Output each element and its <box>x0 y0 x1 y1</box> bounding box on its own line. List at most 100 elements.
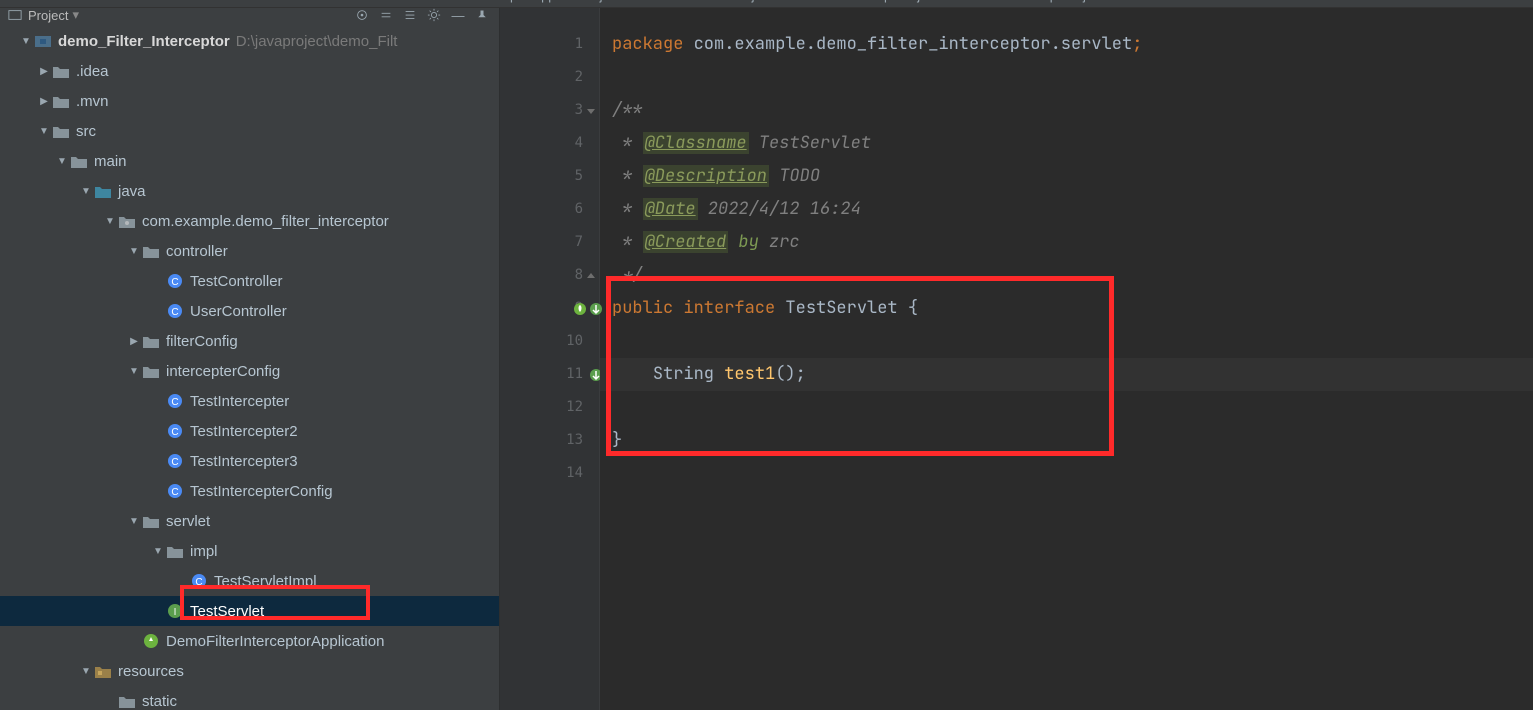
tree-folder[interactable]: ▶ .mvn <box>0 86 499 116</box>
resources-folder-icon <box>94 662 112 680</box>
tree-project-root[interactable]: ▼ demo_Filter_Interceptor D:\javaproject… <box>0 26 499 56</box>
package-icon <box>142 362 160 380</box>
close-icon[interactable]: × <box>1113 0 1120 2</box>
chevron-down-icon[interactable]: ▼ <box>78 186 94 197</box>
tree-label: .mvn <box>76 93 109 110</box>
chevron-down-icon[interactable]: ▾ <box>72 7 79 23</box>
chevron-down-icon[interactable]: ▼ <box>18 36 34 47</box>
tab-label: ptorApplication.java <box>510 0 623 3</box>
chevron-down-icon[interactable]: ▼ <box>126 246 142 257</box>
code-line[interactable]: * @Created by zrc <box>600 226 1533 259</box>
tree-class[interactable]: ▶CTestIntercepterConfig <box>0 476 499 506</box>
tree-folder[interactable]: ▶ static <box>0 686 499 710</box>
tab-label: TestIntercepter2.java <box>820 0 941 3</box>
chevron-down-icon[interactable]: ▼ <box>54 156 70 167</box>
tree-package[interactable]: ▼ intercepterConfig <box>0 356 499 386</box>
code-line-current[interactable]: String test1(); <box>600 358 1533 391</box>
close-icon[interactable]: × <box>781 0 788 2</box>
folder-icon <box>118 692 136 710</box>
code-line[interactable]: * @Classname TestServlet <box>600 127 1533 160</box>
code-line[interactable]: package com.example.demo_filter_intercep… <box>600 28 1533 61</box>
chevron-down-icon[interactable]: ▼ <box>126 366 142 377</box>
svg-text:C: C <box>171 277 178 288</box>
class-icon: C <box>166 302 184 320</box>
folder-icon <box>52 92 70 110</box>
folder-icon <box>52 122 70 140</box>
tree-class[interactable]: ▶CTestIntercepter <box>0 386 499 416</box>
class-icon: C <box>166 392 184 410</box>
tree-class[interactable]: ▶ C TestController <box>0 266 499 296</box>
tree-label: com.example.demo_filter_interceptor <box>142 213 389 230</box>
tree-path: D:\javaproject\demo_Filt <box>236 33 398 50</box>
editor-gutter[interactable]: 1 2 3 4 5 6 7 8 9 10 11 <box>500 8 600 710</box>
line-number: 7 <box>575 226 583 259</box>
tree-folder[interactable]: ▶ .idea <box>0 56 499 86</box>
project-tool-header[interactable]: Project ▾ — <box>0 8 499 22</box>
chevron-right-icon[interactable]: ▶ <box>36 66 52 77</box>
project-tool-title: Project <box>28 8 68 23</box>
editor-tab[interactable]: Tes <box>1130 0 1182 7</box>
tree-package-impl[interactable]: ▼ impl <box>0 536 499 566</box>
tree-class[interactable]: ▶CTestIntercepter2 <box>0 416 499 446</box>
tree-class[interactable]: ▶CTestServletImpl <box>0 566 499 596</box>
code-line[interactable]: * @Date 2022/4/12 16:24 <box>600 193 1533 226</box>
tree-source-root[interactable]: ▼ java <box>0 176 499 206</box>
chevron-down-icon[interactable]: ▼ <box>102 216 118 227</box>
tree-label: UserController <box>190 303 287 320</box>
editor-tab[interactable]: TestIntercepter2.java × <box>798 0 964 7</box>
code-line[interactable] <box>600 325 1533 358</box>
tree-package[interactable]: ▶ filterConfig <box>0 326 499 356</box>
svg-text:I: I <box>174 607 177 618</box>
package-icon <box>142 512 160 530</box>
package-icon <box>166 542 184 560</box>
tree-label: impl <box>190 543 218 560</box>
tree-package-servlet[interactable]: ▼ servlet <box>0 506 499 536</box>
tree-folder-src[interactable]: ▼ src <box>0 116 499 146</box>
tree-class[interactable]: ▶CTestIntercepter3 <box>0 446 499 476</box>
code-line[interactable]: */ <box>600 259 1533 292</box>
package-icon <box>142 242 160 260</box>
folder-icon <box>52 62 70 80</box>
code-line[interactable] <box>600 457 1533 490</box>
chevron-right-icon[interactable]: ▶ <box>126 336 142 347</box>
fold-end-icon[interactable] <box>586 271 596 281</box>
line-number: 5 <box>575 160 583 193</box>
class-icon: C <box>166 272 184 290</box>
tree-label: TestServletImpl <box>214 573 317 590</box>
package-icon <box>142 332 160 350</box>
tree-package[interactable]: ▼ com.example.demo_filter_interceptor <box>0 206 499 236</box>
close-icon[interactable]: × <box>947 0 954 2</box>
chevron-down-icon[interactable]: ▼ <box>150 546 166 557</box>
project-tree[interactable]: ▼ demo_Filter_Interceptor D:\javaproject… <box>0 22 499 710</box>
editor-tab[interactable]: TestIntercepter3.java× <box>964 0 1130 7</box>
code-line[interactable] <box>600 391 1533 424</box>
tree-label: TestIntercepterConfig <box>190 483 333 500</box>
tree-spring-boot-app[interactable]: ▶DemoFilterInterceptorApplication <box>0 626 499 656</box>
editor-tab[interactable]: ptorApplication.java × <box>500 0 646 7</box>
code-area[interactable]: package com.example.demo_filter_intercep… <box>600 8 1533 710</box>
chevron-down-icon[interactable]: ▼ <box>126 516 142 527</box>
code-line[interactable] <box>600 61 1533 94</box>
code-line[interactable]: /** <box>600 94 1533 127</box>
code-editor[interactable]: 1 2 3 4 5 6 7 8 9 10 11 <box>500 8 1533 710</box>
tree-label: DemoFilterInterceptorApplication <box>166 633 384 650</box>
code-line[interactable]: public interface TestServlet { <box>600 292 1533 325</box>
code-line[interactable]: * @Description TODO <box>600 160 1533 193</box>
line-number: 3 <box>575 94 583 127</box>
chevron-right-icon[interactable]: ▶ <box>36 96 52 107</box>
tree-resources-root[interactable]: ▼ resources <box>0 656 499 686</box>
fold-start-icon[interactable] <box>586 106 596 116</box>
spring-bean-icon[interactable] <box>573 302 587 316</box>
editor-tab[interactable]: TestController.java× <box>646 0 798 7</box>
tree-folder-main[interactable]: ▼ main <box>0 146 499 176</box>
svg-text:C: C <box>171 427 178 438</box>
chevron-down-icon[interactable]: ▼ <box>78 666 94 677</box>
tree-class[interactable]: ▶ C UserController <box>0 296 499 326</box>
tree-label: demo_Filter_Interceptor <box>58 33 230 50</box>
tree-package[interactable]: ▼ controller <box>0 236 499 266</box>
code-line[interactable]: } <box>600 424 1533 457</box>
project-icon <box>8 8 22 22</box>
chevron-down-icon[interactable]: ▼ <box>36 126 52 137</box>
tree-interface-selected[interactable]: ▶ITestServlet <box>0 596 499 626</box>
close-icon[interactable]: × <box>629 0 636 2</box>
